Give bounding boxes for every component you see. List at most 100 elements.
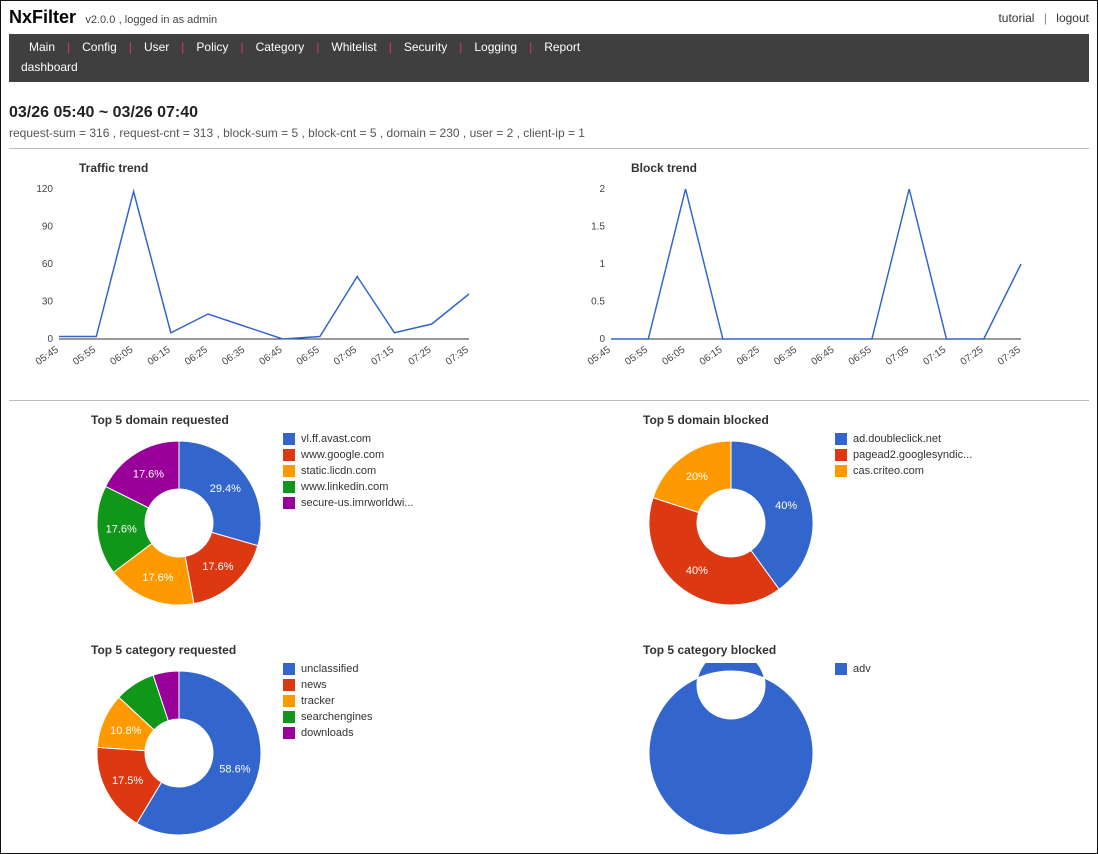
- legend-item: static.licdn.com: [283, 465, 413, 477]
- svg-text:06:25: 06:25: [183, 344, 210, 368]
- top-category-blocked-legend: adv: [835, 663, 871, 843]
- legend-label: news: [301, 679, 327, 691]
- svg-text:07:35: 07:35: [444, 344, 471, 368]
- svg-text:06:15: 06:15: [698, 344, 725, 368]
- block-trend-title: Block trend: [631, 161, 1089, 175]
- svg-text:06:15: 06:15: [146, 344, 173, 368]
- top-domain-requested-chart: 29.4%17.6%17.6%17.6%17.6%: [89, 433, 269, 613]
- nav-item-security[interactable]: Security: [394, 40, 457, 54]
- nav-item-report[interactable]: Report: [534, 40, 590, 54]
- nav-divider: |: [179, 40, 186, 54]
- svg-text:17.5%: 17.5%: [112, 775, 143, 787]
- svg-text:07:05: 07:05: [332, 344, 359, 368]
- svg-text:0: 0: [599, 334, 605, 345]
- legend-swatch: [835, 465, 847, 477]
- svg-text:05:45: 05:45: [586, 344, 613, 368]
- nav-item-config[interactable]: Config: [72, 40, 127, 54]
- legend-swatch: [283, 663, 295, 675]
- svg-text:60: 60: [42, 259, 54, 270]
- legend-item: adv: [835, 663, 871, 675]
- top-category-blocked-title: Top 5 category blocked: [643, 643, 1089, 657]
- nav-sub-dashboard[interactable]: dashboard: [19, 60, 1079, 74]
- legend-item: www.linkedin.com: [283, 481, 413, 493]
- legend-label: pagead2.googlesyndic...: [853, 449, 972, 461]
- top-category-requested-chart: 58.6% 17.5% 10.8%: [89, 663, 269, 843]
- svg-text:07:15: 07:15: [369, 344, 396, 368]
- brand-login-note: , logged in as admin: [119, 14, 217, 26]
- nav-item-whitelist[interactable]: Whitelist: [321, 40, 386, 54]
- top-domain-blocked-chart: 40% 40% 20%: [641, 433, 821, 613]
- legend-swatch: [283, 481, 295, 493]
- tutorial-link[interactable]: tutorial: [998, 11, 1034, 25]
- block-trend-chart: 00.511.5205:4505:5506:0506:1506:2506:350…: [561, 179, 1031, 379]
- svg-text:58.6%: 58.6%: [219, 763, 250, 775]
- svg-text:29.4%: 29.4%: [210, 483, 241, 495]
- logout-link[interactable]: logout: [1056, 11, 1089, 25]
- legend-item: news: [283, 679, 373, 691]
- time-range-title: 03/26 05:40 ~ 03/26 07:40: [9, 104, 1089, 122]
- svg-text:06:25: 06:25: [735, 344, 762, 368]
- legend-swatch: [283, 449, 295, 461]
- svg-text:06:35: 06:35: [772, 344, 799, 368]
- traffic-trend-title: Traffic trend: [79, 161, 537, 175]
- svg-text:20%: 20%: [686, 471, 708, 483]
- nav-item-policy[interactable]: Policy: [186, 40, 238, 54]
- legend-item: ad.doubleclick.net: [835, 433, 972, 445]
- nav-item-user[interactable]: User: [134, 40, 179, 54]
- nav-item-category[interactable]: Category: [246, 40, 315, 54]
- traffic-trend-chart: 030609012005:4505:5506:0506:1506:2506:35…: [9, 179, 479, 379]
- legend-item: pagead2.googlesyndic...: [835, 449, 972, 461]
- top-category-blocked-chart: [641, 663, 821, 843]
- nav-item-main[interactable]: Main: [19, 40, 65, 54]
- divider: [9, 148, 1089, 149]
- legend-swatch: [835, 663, 847, 675]
- legend-label: searchengines: [301, 711, 373, 723]
- svg-text:06:05: 06:05: [108, 344, 135, 368]
- top-category-requested-legend: unclassifiednewstrackersearchenginesdown…: [283, 663, 373, 843]
- nav-divider: |: [65, 40, 72, 54]
- svg-text:06:55: 06:55: [295, 344, 322, 368]
- main-nav: Main|Config|User|Policy|Category|Whiteli…: [9, 34, 1089, 82]
- legend-swatch: [283, 711, 295, 723]
- legend-label: unclassified: [301, 663, 358, 675]
- svg-text:40%: 40%: [686, 565, 708, 577]
- svg-text:06:45: 06:45: [258, 344, 285, 368]
- svg-text:17.6%: 17.6%: [133, 469, 164, 481]
- legend-label: vl.ff.avast.com: [301, 433, 371, 445]
- legend-swatch: [283, 727, 295, 739]
- legend-label: static.licdn.com: [301, 465, 376, 477]
- svg-text:2: 2: [599, 184, 605, 195]
- svg-text:1.5: 1.5: [591, 222, 605, 233]
- legend-label: adv: [853, 663, 871, 675]
- legend-item: cas.criteo.com: [835, 465, 972, 477]
- legend-label: ad.doubleclick.net: [853, 433, 941, 445]
- svg-text:05:45: 05:45: [34, 344, 61, 368]
- nav-item-logging[interactable]: Logging: [464, 40, 527, 54]
- legend-swatch: [283, 695, 295, 707]
- separator: |: [1044, 11, 1047, 25]
- svg-text:40%: 40%: [775, 500, 797, 512]
- svg-text:06:05: 06:05: [660, 344, 687, 368]
- legend-item: vl.ff.avast.com: [283, 433, 413, 445]
- legend-label: secure-us.imrworldwi...: [301, 497, 413, 509]
- legend-item: secure-us.imrworldwi...: [283, 497, 413, 509]
- legend-swatch: [835, 449, 847, 461]
- top-domain-requested-title: Top 5 domain requested: [91, 413, 537, 427]
- top-domain-requested-legend: vl.ff.avast.com www.google.com static.licd…: [283, 433, 413, 613]
- nav-divider: |: [314, 40, 321, 54]
- legend-label: cas.criteo.com: [853, 465, 924, 477]
- svg-text:120: 120: [36, 184, 53, 195]
- svg-text:17.6%: 17.6%: [202, 561, 233, 573]
- legend-item: searchengines: [283, 711, 373, 723]
- legend-swatch: [283, 679, 295, 691]
- svg-text:07:25: 07:25: [959, 344, 986, 368]
- svg-text:06:45: 06:45: [810, 344, 837, 368]
- svg-text:10.8%: 10.8%: [110, 725, 141, 737]
- nav-divider: |: [238, 40, 245, 54]
- legend-swatch: [283, 433, 295, 445]
- svg-text:90: 90: [42, 222, 54, 233]
- legend-swatch: [283, 497, 295, 509]
- top-domain-blocked-title: Top 5 domain blocked: [643, 413, 1089, 427]
- legend-label: www.google.com: [301, 449, 384, 461]
- divider: [9, 400, 1089, 401]
